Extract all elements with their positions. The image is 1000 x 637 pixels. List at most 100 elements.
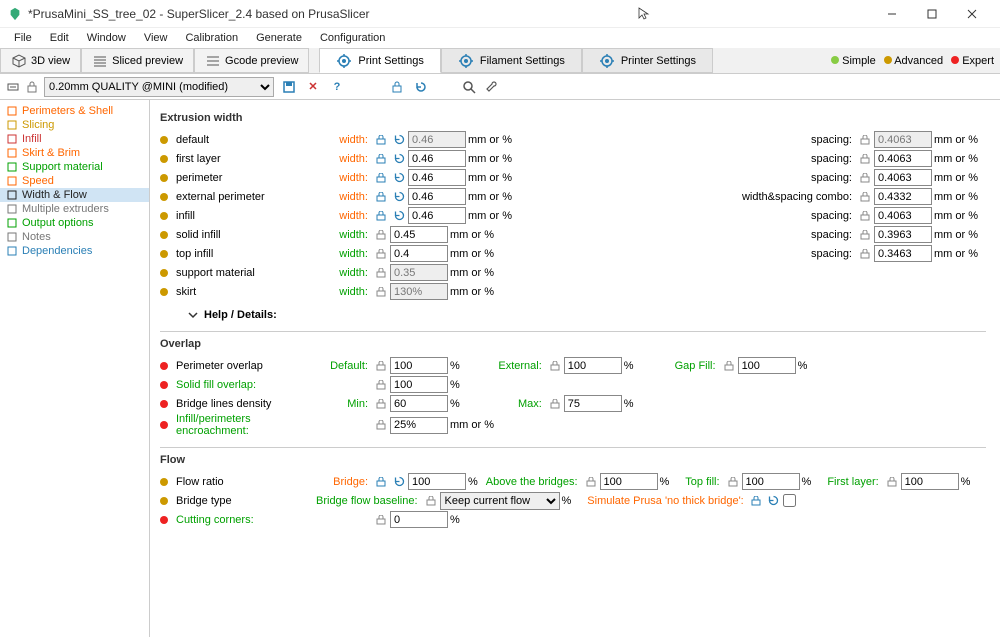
lock-icon[interactable] xyxy=(726,475,740,489)
save-preset-button[interactable] xyxy=(280,78,298,96)
lock-icon[interactable] xyxy=(374,171,388,185)
spacing-input[interactable] xyxy=(874,188,932,205)
lock-icon[interactable] xyxy=(722,359,736,373)
menu-generate[interactable]: Generate xyxy=(248,30,310,46)
lock-icon[interactable] xyxy=(749,494,763,508)
solidfill-input[interactable] xyxy=(390,376,448,393)
lock-icon[interactable] xyxy=(424,494,438,508)
encroach-input[interactable] xyxy=(390,417,448,434)
plater-tab-3d-view[interactable]: 3D view xyxy=(0,48,81,73)
lock-icon[interactable] xyxy=(858,228,872,242)
width-input[interactable] xyxy=(408,169,466,186)
collapse-icon[interactable] xyxy=(6,80,20,94)
lock-icon[interactable] xyxy=(858,209,872,223)
lock-icon[interactable] xyxy=(374,397,388,411)
reset-icon[interactable] xyxy=(392,209,406,223)
flow-topfill-input[interactable] xyxy=(742,473,800,490)
sidebar-item-multiple-extruders[interactable]: Multiple extruders xyxy=(0,202,149,216)
lock-icon[interactable] xyxy=(374,475,388,489)
reset-icon[interactable] xyxy=(767,494,781,508)
lock-icon[interactable] xyxy=(858,152,872,166)
cutting-input[interactable] xyxy=(390,511,448,528)
sidebar-item-dependencies[interactable]: Dependencies xyxy=(0,244,149,258)
plater-tab-gcode-preview[interactable]: Gcode preview xyxy=(194,48,309,73)
lock-all-button[interactable] xyxy=(388,78,406,96)
bridge-min-input[interactable] xyxy=(390,395,448,412)
lock-icon[interactable] xyxy=(374,133,388,147)
lock-icon[interactable] xyxy=(374,285,388,299)
perimeter-default-input[interactable] xyxy=(390,357,448,374)
cfg-tab-filament-settings[interactable]: Filament Settings xyxy=(441,48,582,73)
lock-icon[interactable] xyxy=(374,152,388,166)
flow-bridge-input[interactable] xyxy=(408,473,466,490)
lock-icon[interactable] xyxy=(548,397,562,411)
width-input[interactable] xyxy=(390,226,448,243)
wrench-button[interactable] xyxy=(484,78,502,96)
reset-all-button[interactable] xyxy=(412,78,430,96)
lock-icon[interactable] xyxy=(374,418,388,432)
mode-expert[interactable]: Expert xyxy=(951,55,994,67)
mode-advanced[interactable]: Advanced xyxy=(884,55,943,67)
mode-simple[interactable]: Simple xyxy=(831,55,876,67)
search-button[interactable] xyxy=(460,78,478,96)
sidebar-item-notes[interactable]: Notes xyxy=(0,230,149,244)
lock-icon[interactable] xyxy=(858,190,872,204)
menu-window[interactable]: Window xyxy=(79,30,134,46)
menu-edit[interactable]: Edit xyxy=(42,30,77,46)
width-input[interactable] xyxy=(408,188,466,205)
spacing-input[interactable] xyxy=(874,226,932,243)
lock-icon[interactable] xyxy=(374,190,388,204)
lock-icon[interactable] xyxy=(858,171,872,185)
menu-view[interactable]: View xyxy=(136,30,176,46)
lock-icon[interactable] xyxy=(374,266,388,280)
width-input[interactable] xyxy=(408,207,466,224)
lock-icon[interactable] xyxy=(374,378,388,392)
reset-icon[interactable] xyxy=(392,475,406,489)
lock-icon[interactable] xyxy=(374,359,388,373)
flow-firstlayer-input[interactable] xyxy=(901,473,959,490)
menu-configuration[interactable]: Configuration xyxy=(312,30,393,46)
perimeter-gapfill-input[interactable] xyxy=(738,357,796,374)
menu-calibration[interactable]: Calibration xyxy=(177,30,246,46)
simulate-checkbox[interactable] xyxy=(783,494,796,507)
plater-tab-sliced-preview[interactable]: Sliced preview xyxy=(81,48,194,73)
sidebar-item-slicing[interactable]: Slicing xyxy=(0,118,149,132)
reset-icon[interactable] xyxy=(392,171,406,185)
sidebar-item-skirt---brim[interactable]: Skirt & Brim xyxy=(0,146,149,160)
lock-icon[interactable] xyxy=(584,475,598,489)
lock-icon[interactable] xyxy=(374,228,388,242)
lock-icon[interactable] xyxy=(548,359,562,373)
help-toggle[interactable]: Help / Details: xyxy=(188,309,986,321)
sidebar-item-output-options[interactable]: Output options xyxy=(0,216,149,230)
minimize-button[interactable] xyxy=(872,2,912,26)
cfg-tab-print-settings[interactable]: Print Settings xyxy=(319,48,440,73)
perimeter-external-input[interactable] xyxy=(564,357,622,374)
width-input[interactable] xyxy=(408,150,466,167)
spacing-input[interactable] xyxy=(874,207,932,224)
sidebar-item-speed[interactable]: Speed xyxy=(0,174,149,188)
lock-icon[interactable] xyxy=(858,247,872,261)
reset-icon[interactable] xyxy=(392,133,406,147)
spacing-input[interactable] xyxy=(874,245,932,262)
lock-icon[interactable] xyxy=(858,133,872,147)
reset-icon[interactable] xyxy=(392,152,406,166)
sidebar-item-support-material[interactable]: Support material xyxy=(0,160,149,174)
menu-file[interactable]: File xyxy=(6,30,40,46)
lock-icon[interactable] xyxy=(374,513,388,527)
sidebar-item-width---flow[interactable]: Width & Flow xyxy=(0,188,149,202)
sidebar-item-perimeters---shell[interactable]: Perimeters & Shell xyxy=(0,104,149,118)
lock-icon[interactable] xyxy=(885,475,899,489)
preset-select[interactable]: 0.20mm QUALITY @MINI (modified) xyxy=(44,77,274,97)
flow-above-input[interactable] xyxy=(600,473,658,490)
bridge-max-input[interactable] xyxy=(564,395,622,412)
maximize-button[interactable] xyxy=(912,2,952,26)
delete-preset-button[interactable]: ✕ xyxy=(304,78,322,96)
close-button[interactable] xyxy=(952,2,992,26)
spacing-input[interactable] xyxy=(874,169,932,186)
cfg-tab-printer-settings[interactable]: Printer Settings xyxy=(582,48,713,73)
bridge-baseline-select[interactable]: Keep current flow xyxy=(440,492,560,510)
reset-icon[interactable] xyxy=(392,190,406,204)
lock-icon[interactable] xyxy=(374,209,388,223)
sidebar-item-infill[interactable]: Infill xyxy=(0,132,149,146)
lock-icon[interactable] xyxy=(374,247,388,261)
